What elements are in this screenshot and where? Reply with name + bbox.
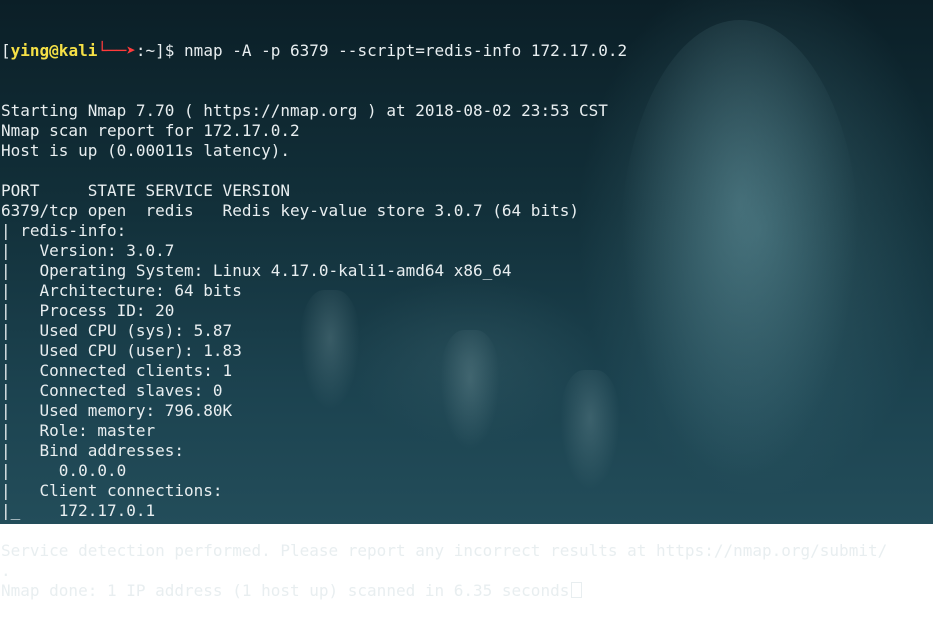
output-line: Host is up (0.00011s latency). bbox=[1, 141, 290, 160]
output-line: | 0.0.0.0 bbox=[1, 461, 127, 480]
output-line: | Architecture: 64 bits bbox=[1, 281, 242, 300]
output-line: | Used CPU (sys): 5.87 bbox=[1, 321, 233, 340]
prompt-path: :~]$ bbox=[135, 41, 185, 60]
prompt-user: ying@kali bbox=[10, 41, 98, 60]
prompt-open-bracket: [ bbox=[1, 41, 11, 60]
terminal-cursor bbox=[571, 582, 583, 598]
output-line: | Role: master bbox=[1, 421, 156, 440]
output-line: Starting Nmap 7.70 ( https://nmap.org ) … bbox=[1, 101, 608, 120]
command-output: Starting Nmap 7.70 ( https://nmap.org ) … bbox=[1, 101, 933, 601]
output-line: |_ 172.17.0.1 bbox=[1, 501, 156, 520]
output-line: | Used memory: 796.80K bbox=[1, 401, 233, 420]
output-line: | Connected slaves: 0 bbox=[1, 381, 223, 400]
output-line: Service detection performed. Please repo… bbox=[1, 541, 888, 560]
terminal-output[interactable]: [ying@kali└──➤:~]$ nmap -A -p 6379 --scr… bbox=[1, 1, 933, 621]
output-line: Nmap done: 1 IP address (1 host up) scan… bbox=[1, 581, 933, 601]
prompt-line: [ying@kali└──➤:~]$ nmap -A -p 6379 --scr… bbox=[1, 41, 933, 61]
output-line: | Bind addresses: bbox=[1, 441, 185, 460]
output-line: | Operating System: Linux 4.17.0-kali1-a… bbox=[1, 261, 512, 280]
output-line: | Connected clients: 1 bbox=[1, 361, 233, 380]
output-line: | Process ID: 20 bbox=[1, 301, 175, 320]
output-line: 6379/tcp open redis Redis key-value stor… bbox=[1, 201, 579, 220]
prompt-arrow-icon: └──➤ bbox=[97, 41, 136, 60]
output-line: Nmap scan report for 172.17.0.2 bbox=[1, 121, 300, 140]
output-line: | Used CPU (user): 1.83 bbox=[1, 341, 242, 360]
command-text: nmap -A -p 6379 --script=redis-info 172.… bbox=[184, 41, 628, 60]
output-line: . bbox=[1, 561, 11, 580]
output-line: | Version: 3.0.7 bbox=[1, 241, 175, 260]
output-line: | redis-info: bbox=[1, 221, 127, 240]
output-line: | Client connections: bbox=[1, 481, 223, 500]
output-line: PORT STATE SERVICE VERSION bbox=[1, 181, 290, 200]
